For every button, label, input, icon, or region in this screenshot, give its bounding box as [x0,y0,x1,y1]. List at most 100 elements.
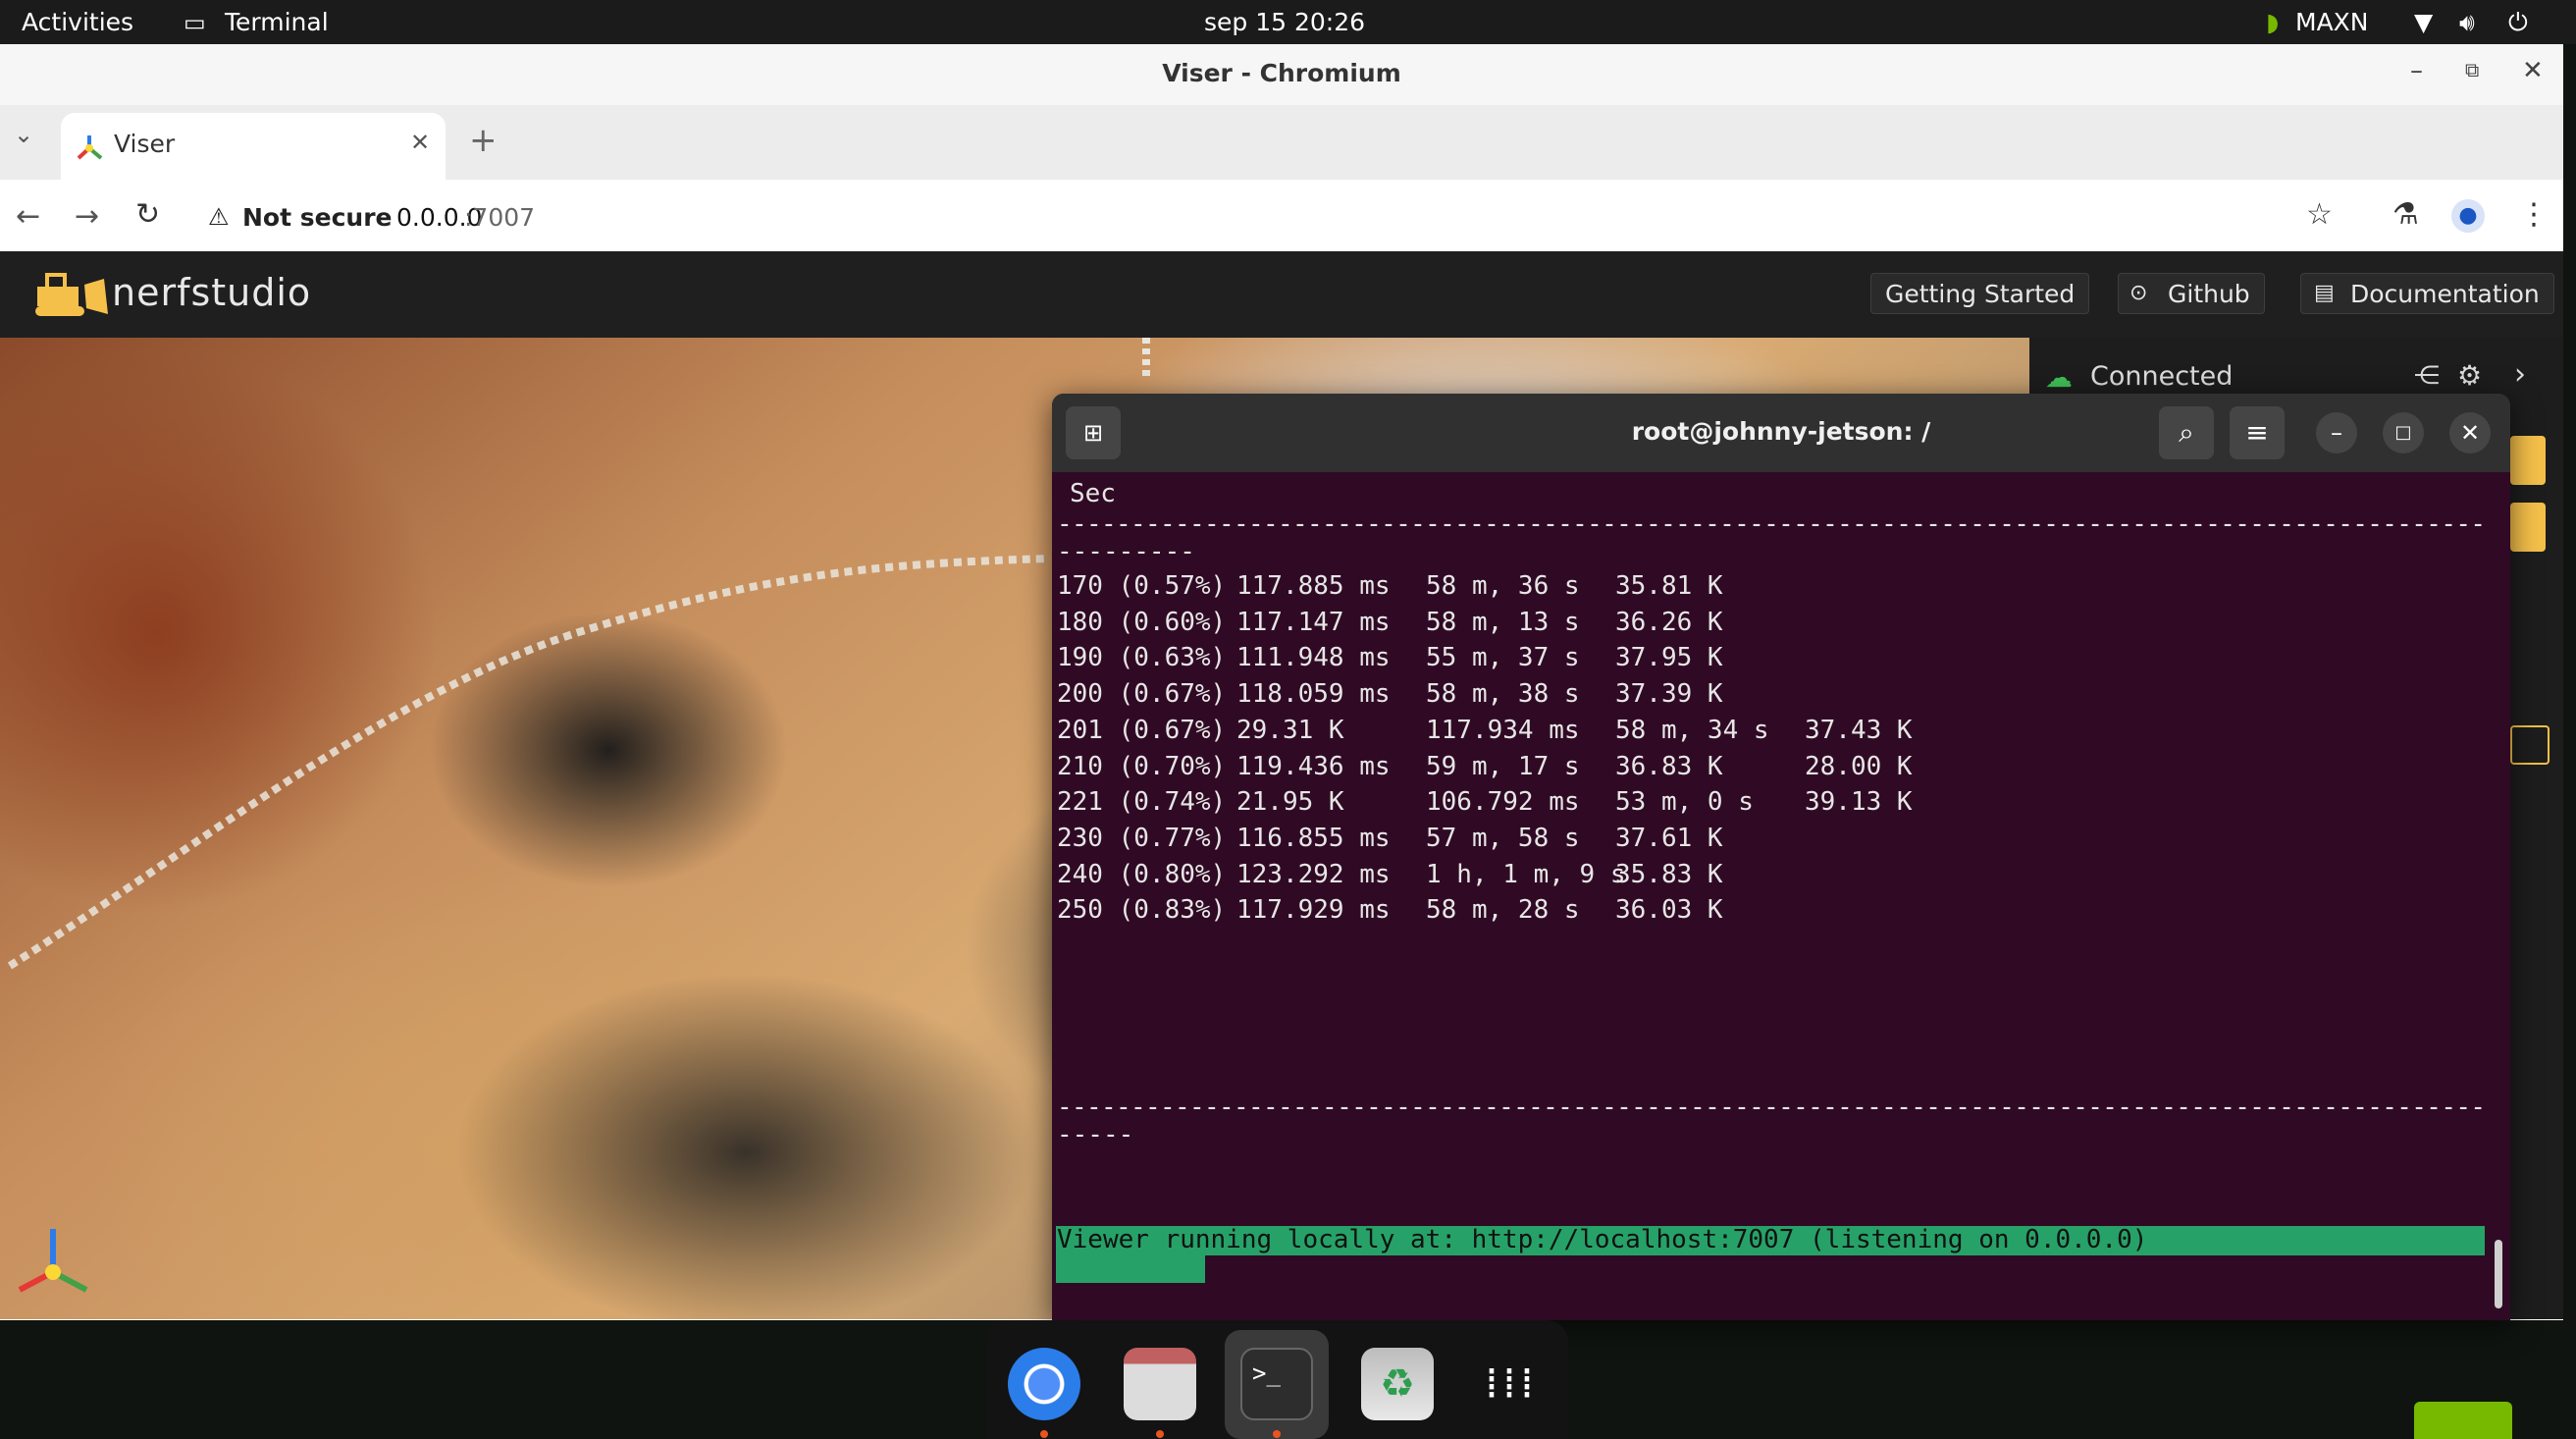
table-cell-c2: 117.147 ms [1236,607,1391,637]
security-label[interactable]: Not secure [242,203,393,232]
tab-title: Viser [114,130,176,158]
profile-avatar-icon[interactable]: ● [2451,199,2485,233]
documentation-label: Documentation [2350,280,2540,308]
table-cell-c5: 28.00 K [1805,751,1913,781]
table-cell-step: 250 (0.83%) [1057,895,1227,926]
table-cell-step: 190 (0.63%) [1057,643,1227,673]
table-cell-step: 240 (0.80%) [1057,859,1227,889]
new-tab-icon[interactable]: + [469,121,498,160]
table-cell-c2: 111.948 ms [1236,643,1391,673]
toolbar: ← → ↻ ⚠ Not secure 0.0.0.0 :7007 ☆ ⚗ ● ⋮ [0,180,2563,257]
panel-button-yellow[interactable] [2510,436,2546,485]
trash-icon[interactable]: ♻ [1361,1348,1434,1420]
running-indicator [1040,1430,1048,1438]
table-cell-c3: 57 m, 58 s [1426,823,1580,853]
nerfstudio-logo-text: nerfstudio [112,271,312,314]
terminal-app-icon: ▭ [184,9,206,36]
share-icon[interactable]: ⋲ [2414,361,2440,391]
table-cell-c2: 116.855 ms [1236,823,1391,853]
cursor-block [1056,1255,1205,1283]
terminal-window[interactable]: ⊞ root@johnny-jetson: / ⌕ ≡ – □ ✕ Sec --… [1052,394,2510,1320]
viewer-banner: Viewer running locally at: http://localh… [1056,1225,2485,1255]
window-title: Viser - Chromium [1162,59,1401,87]
tab-search-chevron-icon[interactable]: ⌄ [14,121,33,148]
terminal-scrollbar[interactable] [2495,1240,2502,1308]
table-cell-c4: 58 m, 34 s [1615,715,1769,745]
table-cell-c2: 21.95 K [1236,787,1344,818]
warning-icon[interactable]: ⚠ [208,203,230,231]
table-cell-c4: 36.83 K [1615,751,1723,781]
forward-icon[interactable]: → [75,199,99,234]
volume-icon[interactable]: 🔊︎ [2459,8,2475,37]
system-top-bar: Activities ▭ Terminal sep 15 20:26 ◗ MAX… [0,0,2576,44]
power-icon[interactable]: ⏻ [2508,8,2528,37]
axes-gizmo-icon[interactable] [14,1221,92,1300]
table-cell-c5: 39.13 K [1805,787,1913,818]
collapse-chevron-icon[interactable]: › [2514,357,2526,392]
viewer-banner-text: Viewer running locally at: http://localh… [1057,1225,2148,1254]
running-indicator [1156,1430,1164,1438]
table-cell-c2: 119.436 ms [1236,751,1391,781]
table-cell-step: 180 (0.60%) [1057,607,1227,637]
document-icon: ▤ [2314,281,2335,305]
table-cell-c2: 118.059 ms [1236,679,1391,710]
documentation-button[interactable]: Documentation [2300,273,2554,314]
bulldozer-logo-icon [35,273,108,316]
app-grid-icon[interactable]: ⁞⁞⁞ [1475,1348,1548,1420]
table-cell-c4: 35.81 K [1615,571,1723,601]
settings-sliders-icon[interactable]: ⚙ [2457,359,2482,392]
dock: >_ ♻ ⁞⁞⁞ [986,1320,1568,1439]
clock[interactable]: sep 15 20:26 [1204,8,1365,36]
table-cell-c3: 1 h, 1 m, 9 s [1426,859,1626,889]
bookmark-star-icon[interactable]: ☆ [2306,197,2333,232]
table-cell-c4: 37.95 K [1615,643,1723,673]
table-cell-c2: 29.31 K [1236,715,1344,745]
focused-app-name[interactable]: Terminal [225,8,329,36]
getting-started-button[interactable]: Getting Started [1870,273,2090,314]
table-cell-step: 200 (0.67%) [1057,679,1227,710]
terminal-icon[interactable]: >_ [1240,1348,1313,1420]
chromium-icon[interactable] [1008,1348,1080,1420]
table-cell-c4: 35.83 K [1615,859,1723,889]
labs-flask-icon[interactable]: ⚗ [2392,197,2419,232]
nvidia-icon: ◗ [2266,8,2280,36]
table-cell-c2: 117.885 ms [1236,571,1391,601]
table-cell-c2: 117.929 ms [1236,895,1391,926]
viser-favicon-icon [77,135,103,160]
wifi-icon[interactable]: ▼ [2414,8,2433,36]
training-table: 170 (0.57%) 117.885 ms 58 m, 36 s 35.81 K 18… [1052,394,2510,1320]
restore-icon[interactable]: ⧉ [2465,58,2479,81]
github-label: Github [2168,280,2250,308]
panel-button-yellow[interactable] [2510,503,2546,552]
tab-viser[interactable]: Viser ✕ [61,113,446,180]
table-cell-step: 210 (0.70%) [1057,751,1227,781]
activities-button[interactable]: Activities [22,8,133,36]
tab-close-icon[interactable]: ✕ [410,129,430,156]
table-cell-c3: 59 m, 17 s [1426,751,1580,781]
window-titlebar: Viser - Chromium – ⧉ ✕ [0,44,2563,105]
minimize-icon[interactable]: – [2410,56,2423,85]
files-icon[interactable] [1124,1348,1196,1420]
table-cell-step: 230 (0.77%) [1057,823,1227,853]
table-cell-c3: 117.934 ms [1426,715,1580,745]
close-icon[interactable]: ✕ [2522,56,2544,85]
table-cell-c4: 37.61 K [1615,823,1723,853]
table-cell-step: 201 (0.67%) [1057,715,1227,745]
table-cell-c3: 58 m, 28 s [1426,895,1580,926]
table-cell-c3: 58 m, 38 s [1426,679,1580,710]
table-cell-c5: 37.43 K [1805,715,1913,745]
power-mode-label[interactable]: MAXN [2295,8,2369,36]
menu-kebab-icon[interactable]: ⋮ [2519,197,2549,232]
table-cell-c3: 106.792 ms [1426,787,1580,818]
table-cell-step: 170 (0.57%) [1057,571,1227,601]
divider-line-wrap: ----- [1057,1120,1134,1149]
reload-icon[interactable]: ↻ [135,197,160,232]
cloud-icon: ☁ [2045,361,2073,394]
panel-button-outline[interactable] [2510,725,2550,765]
url-port[interactable]: :7007 [464,203,535,232]
back-icon[interactable]: ← [16,199,40,234]
table-cell-c2: 123.292 ms [1236,859,1391,889]
table-cell-c4: 53 m, 0 s [1615,787,1754,818]
divider-line: ----------------------------------------… [1057,1093,2486,1122]
table-cell-c4: 37.39 K [1615,679,1723,710]
